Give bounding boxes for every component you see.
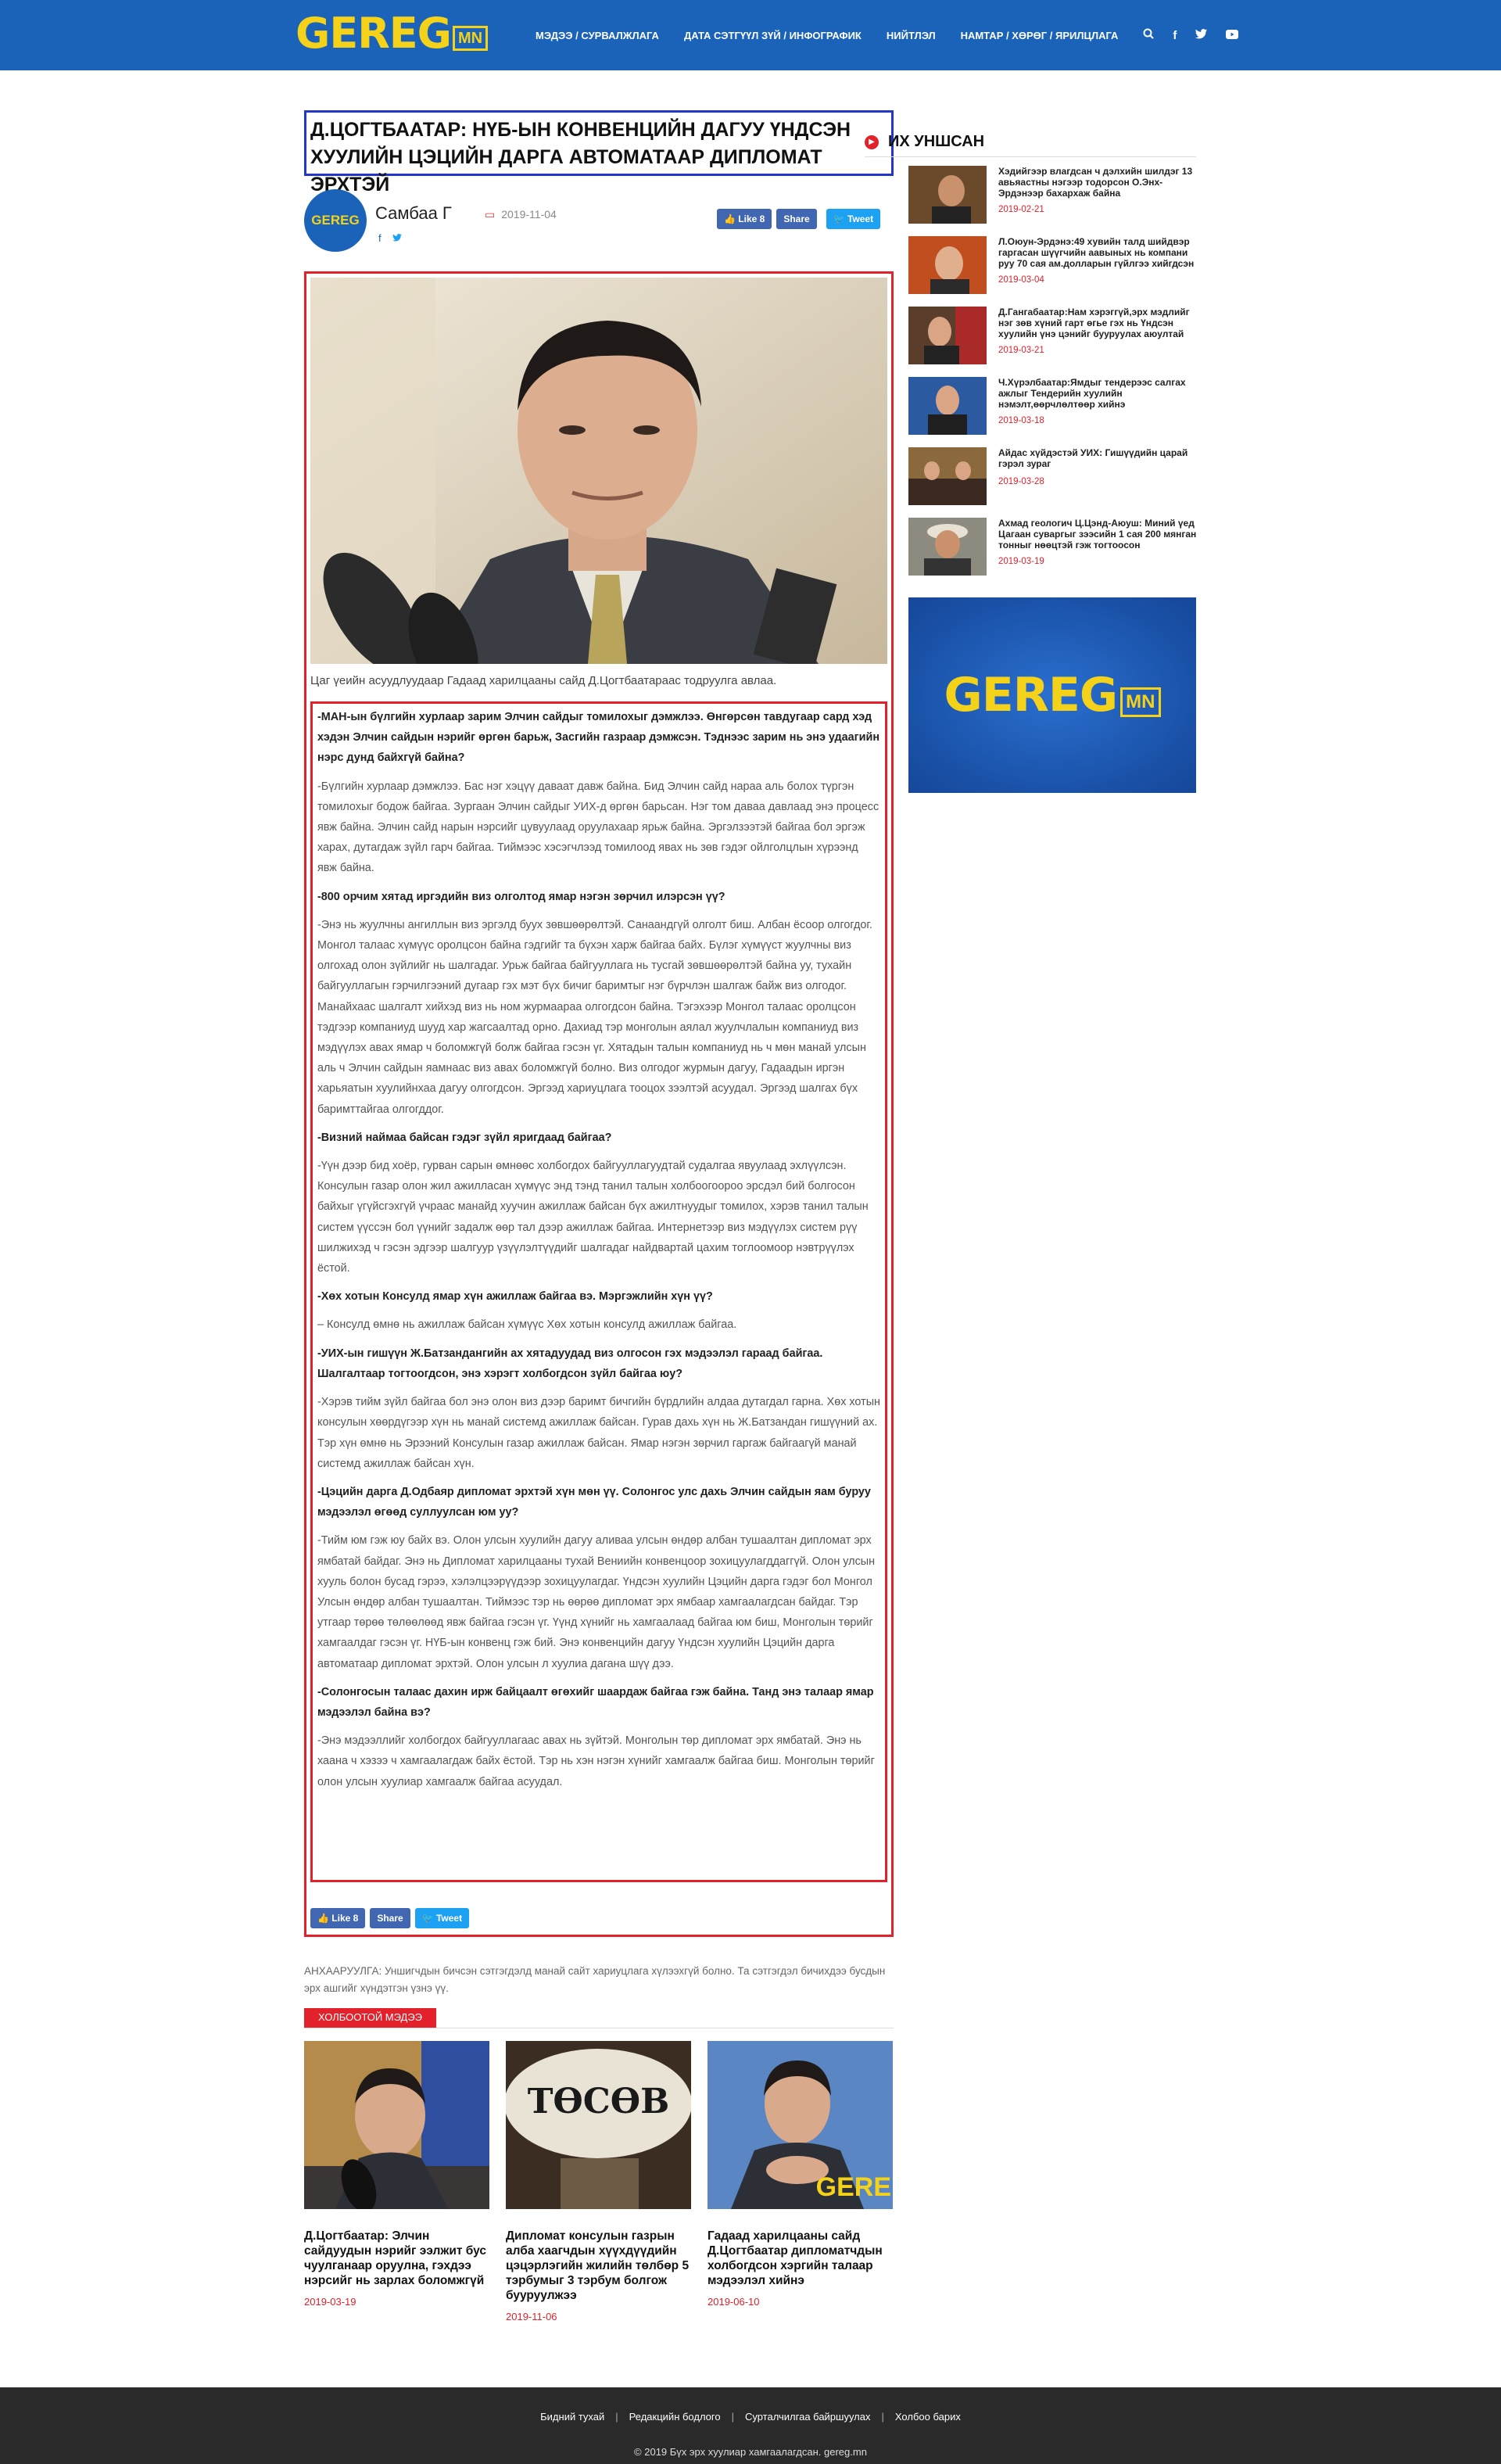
question-paragraph: -Солонгосын талаас дахин ирж байцаалт өг… [317, 1685, 874, 1719]
popular-title[interactable]: Ахмад геологич Ц.Цэнд-Аюуш: Миний үед Ца… [998, 518, 1198, 551]
author-facebook-icon[interactable]: f [378, 232, 382, 244]
popular-date: 2019-03-18 [998, 416, 1044, 425]
question-paragraph: -УИХ-ын гишүүн Ж.Батзандангийн ах хятаду… [317, 1347, 823, 1380]
main-nav: МЭДЭЭ / СУРВАЛЖЛАГА ДАТА СЭТГҮҮЛ ЗҮЙ / И… [536, 0, 1257, 70]
related-news-label: ХОЛБООТОЙ МЭДЭЭ [304, 2008, 437, 2028]
related-card[interactable]: GERE Гадаад харилцааны сайд Д.Цогтбаатар… [708, 2041, 893, 2308]
answer-paragraph: -Энэ мэдээллийг холбогдох байгууллагаас … [317, 1734, 875, 1788]
related-image-text: ТӨСӨВ [527, 2082, 670, 2121]
facebook-like-button[interactable]: 👍 Like 8 [310, 1908, 366, 1928]
popular-date: 2019-03-21 [998, 346, 1044, 355]
related-image[interactable]: GERE [708, 2041, 893, 2209]
ad-logo-text: GEREG [944, 668, 1119, 723]
popular-date: 2019-02-21 [998, 205, 1044, 214]
copyright: © 2019 Бүх эрх хуулиар хамгаалагдсан. ge… [634, 2446, 867, 2458]
popular-thumb[interactable] [908, 307, 987, 364]
popular-thumb[interactable] [908, 236, 987, 294]
answer-paragraph: -Тийм юм гэж юу байх вэ. Олон улсын хуул… [317, 1534, 876, 1670]
share-buttons-bottom: 👍 Like 8 Share 🐦 Tweet [310, 1908, 470, 1928]
tweet-button[interactable]: 🐦 Tweet [826, 209, 881, 229]
nav-profiles[interactable]: НАМТАР / ХӨРӨГ / ЯРИЛЦЛАГА [961, 30, 1119, 41]
footer-link-about[interactable]: Бидний тухай [529, 2411, 615, 2423]
author-avatar[interactable]: GEREG [304, 189, 367, 252]
popular-title[interactable]: Л.Оюун-Эрдэнэ:49 хувийн талд шийдвэр гар… [998, 236, 1198, 269]
question-paragraph: -800 орчим хятад иргэдийн виз олголтод я… [317, 890, 725, 903]
site-header: GEREG MN МЭДЭЭ / СУРВАЛЖЛАГА ДАТА СЭТГҮҮ… [0, 0, 1501, 70]
nav-data-journalism[interactable]: ДАТА СЭТГҮҮЛ ЗҮЙ / ИНФОГРАФИК [684, 30, 862, 41]
portrait-illustration [310, 278, 887, 664]
article-title-box: Д.ЦОГТБААТАР: НҮБ-ЫН КОНВЕНЦИЙН ДАГУУ ҮН… [304, 110, 894, 195]
popular-date: 2019-03-19 [998, 557, 1044, 566]
divider [865, 156, 1196, 157]
popular-thumb[interactable] [908, 518, 987, 576]
search-icon[interactable] [1143, 28, 1155, 42]
related-card[interactable]: ТӨСӨВ Дипломат консулын газрын алба хааг… [506, 2041, 691, 2322]
most-read-title: ▶ ИХ УНШСАН [865, 133, 984, 151]
article-body: -МАН-ын бүлгийн хурлаар зарим Элчин сайд… [310, 701, 887, 1882]
logo-suffix: MN [453, 26, 489, 51]
nav-articles[interactable]: НИЙТЛЭЛ [887, 30, 936, 41]
question-paragraph: -МАН-ын бүлгийн хурлаар зарим Элчин сайд… [317, 711, 880, 765]
site-logo[interactable]: GEREG MN [296, 9, 489, 58]
nav-news[interactable]: МЭДЭЭ / СУРВАЛЖЛАГА [536, 30, 659, 41]
related-date: 2019-06-10 [708, 2296, 760, 2308]
answer-paragraph: -Үүн дээр бид хоёр, гурван сарын өмнөөс … [317, 1160, 869, 1275]
facebook-share-button[interactable]: Share [370, 1908, 410, 1928]
author-twitter-icon[interactable] [392, 232, 402, 244]
related-card[interactable]: Д.Цогтбаатар: Элчин сайдуудын нэрийг ээл… [304, 2041, 489, 2308]
answer-paragraph: -Бүлгийн хурлаар дэмжлээ. Бас нэг хэцүү … [317, 780, 879, 875]
share-buttons-top: 👍 Like 8 Share 🐦 Tweet [717, 209, 881, 229]
date-text: 2019-11-04 [501, 208, 557, 221]
facebook-icon[interactable]: f [1173, 29, 1177, 42]
publish-date: ▭ 2019-11-04 [485, 208, 557, 221]
article-photo [310, 278, 887, 664]
author-social: f [378, 232, 402, 244]
footer-link-advertise[interactable]: Сурталчилгаа байршуулах [734, 2411, 882, 2423]
tweet-button[interactable]: 🐦 Tweet [414, 1908, 470, 1928]
related-image-logo: GERE [815, 2172, 891, 2202]
popular-title[interactable]: Айдас хүйдэстэй УИХ: Гишүүдийн царай гэр… [998, 447, 1198, 469]
photo-caption: Цаг үеийн асуудлуудаар Гадаад харилцааны… [310, 674, 777, 687]
answer-paragraph: – Консулд өмнө нь ажиллаж байсан хүмүүс … [317, 1318, 737, 1332]
popular-thumb[interactable] [908, 447, 987, 505]
question-paragraph: -Хөх хотын Консулд ямар хүн ажиллаж байг… [317, 1290, 713, 1304]
ad-logo-suffix: MN [1120, 687, 1161, 717]
question-paragraph: -Цэцийн дарга Д.Одбаяр дипломат эрхтэй х… [317, 1485, 871, 1519]
article-content: Цаг үеийн асуудлуудаар Гадаад харилцааны… [304, 271, 894, 1937]
answer-paragraph: -Энэ нь жуулчны ангиллын виз эргэлд буух… [317, 918, 872, 1116]
footer-links: Бидний тухай | Редакцийн бодлого | Сурталчил… [0, 2411, 1501, 2423]
footer-link-policy[interactable]: Редакцийн бодлого [618, 2411, 732, 2423]
popular-title[interactable]: Хэдийгээр влагдсан ч дэлхийн шилдэг 13 а… [998, 166, 1198, 199]
calendar-icon: ▭ [485, 208, 496, 221]
facebook-like-button[interactable]: 👍 Like 8 [717, 209, 772, 229]
avatar-logo: GEREG [311, 213, 360, 228]
popular-thumb[interactable] [908, 166, 987, 224]
related-title[interactable]: Д.Цогтбаатар: Элчин сайдуудын нэрийг ээл… [304, 2229, 489, 2288]
related-title[interactable]: Гадаад харилцааны сайд Д.Цогтбаатар дипл… [708, 2229, 893, 2288]
popular-title[interactable]: Д.Ганга­баатар:Нам хэрэггүй,эрх мэдлийг … [998, 307, 1198, 339]
popular-thumb[interactable] [908, 377, 987, 435]
footer-link-contact[interactable]: Холбоо барих [884, 2411, 972, 2423]
related-date: 2019-11-06 [506, 2311, 557, 2322]
related-image[interactable]: ТӨСӨВ [506, 2041, 691, 2209]
youtube-icon[interactable] [1226, 29, 1239, 42]
author-name[interactable]: Самбаа Г [375, 203, 452, 224]
article-title: Д.ЦОГТБААТАР: НҮБ-ЫН КОНВЕНЦИЙН ДАГУУ ҮН… [310, 119, 851, 195]
related-image[interactable] [304, 2041, 489, 2209]
twitter-icon[interactable] [1195, 28, 1208, 42]
related-title[interactable]: Дипломат консулын газрын алба хаагчдын х… [506, 2229, 691, 2303]
popular-date: 2019-03-04 [998, 275, 1044, 285]
popular-title[interactable]: Ч.Хүрэлбаатар:Ямдыг тендерээс салгах ажл… [998, 377, 1198, 410]
comment-notice: АНХААРУУЛГА: Уншигчдын бичсэн сэтгэгдэлд… [304, 1965, 886, 1994]
question-paragraph: -Визний наймаа байсан гэдэг зүйл яригдаа… [317, 1131, 612, 1144]
site-footer: Бидний тухай | Редакцийн бодлого | Сурталчил… [0, 2387, 1501, 2464]
answer-paragraph: -Хэрэв тийм зүйл байгаа бол энэ олон виз… [317, 1396, 881, 1470]
advertisement-banner[interactable]: GEREG MN [908, 597, 1196, 793]
popular-date: 2019-03-28 [998, 477, 1044, 486]
related-date: 2019-03-19 [304, 2296, 356, 2308]
facebook-share-button[interactable]: Share [776, 209, 817, 229]
play-icon: ▶ [865, 134, 879, 149]
logo-text: GEREG [296, 9, 452, 58]
